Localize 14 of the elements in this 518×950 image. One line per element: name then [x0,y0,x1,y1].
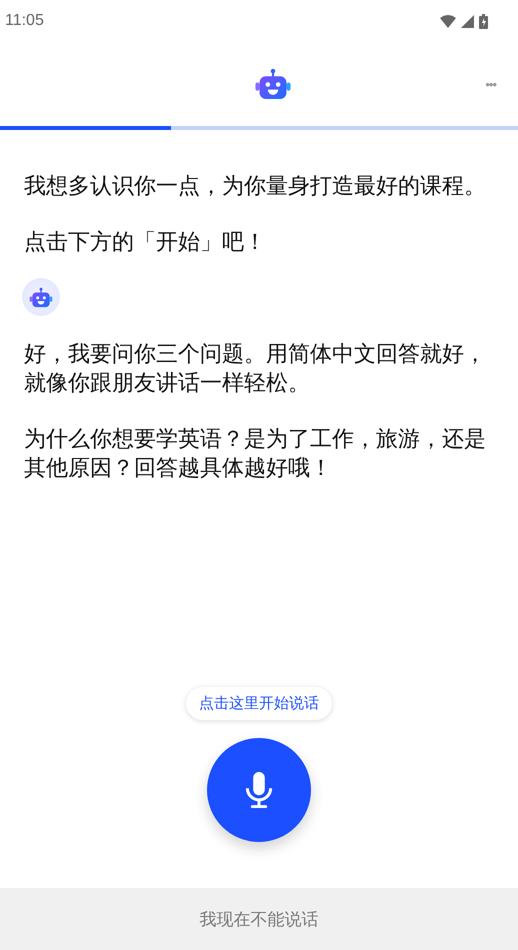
cannot-speak-button[interactable]: 我现在不能说话 [0,888,518,950]
message-text: 好，我要问你三个问题。用简体中文回答就好，就像你跟朋友讲话一样轻松。 [24,341,486,398]
status-time: 11:05 [5,12,44,30]
robot-logo-icon [254,68,292,100]
message-text: 我想多认识你一点，为你量身打造最好的课程。 [24,173,486,201]
microphone-icon [245,772,273,808]
message-text: 点击下方的「开始」吧！ [24,229,267,257]
speak-hint-tooltip: 点击这里开始说话 [186,687,332,720]
robot-icon [29,286,53,308]
message-text: 为什么你想要学英语？是为了工作，旅游，还是其他原因？回答越具体越好哦！ [24,426,486,483]
more-menu-button[interactable]: ••• [485,76,496,92]
battery-icon [479,14,488,28]
signal-icon [461,14,474,28]
wifi-icon [440,14,456,28]
